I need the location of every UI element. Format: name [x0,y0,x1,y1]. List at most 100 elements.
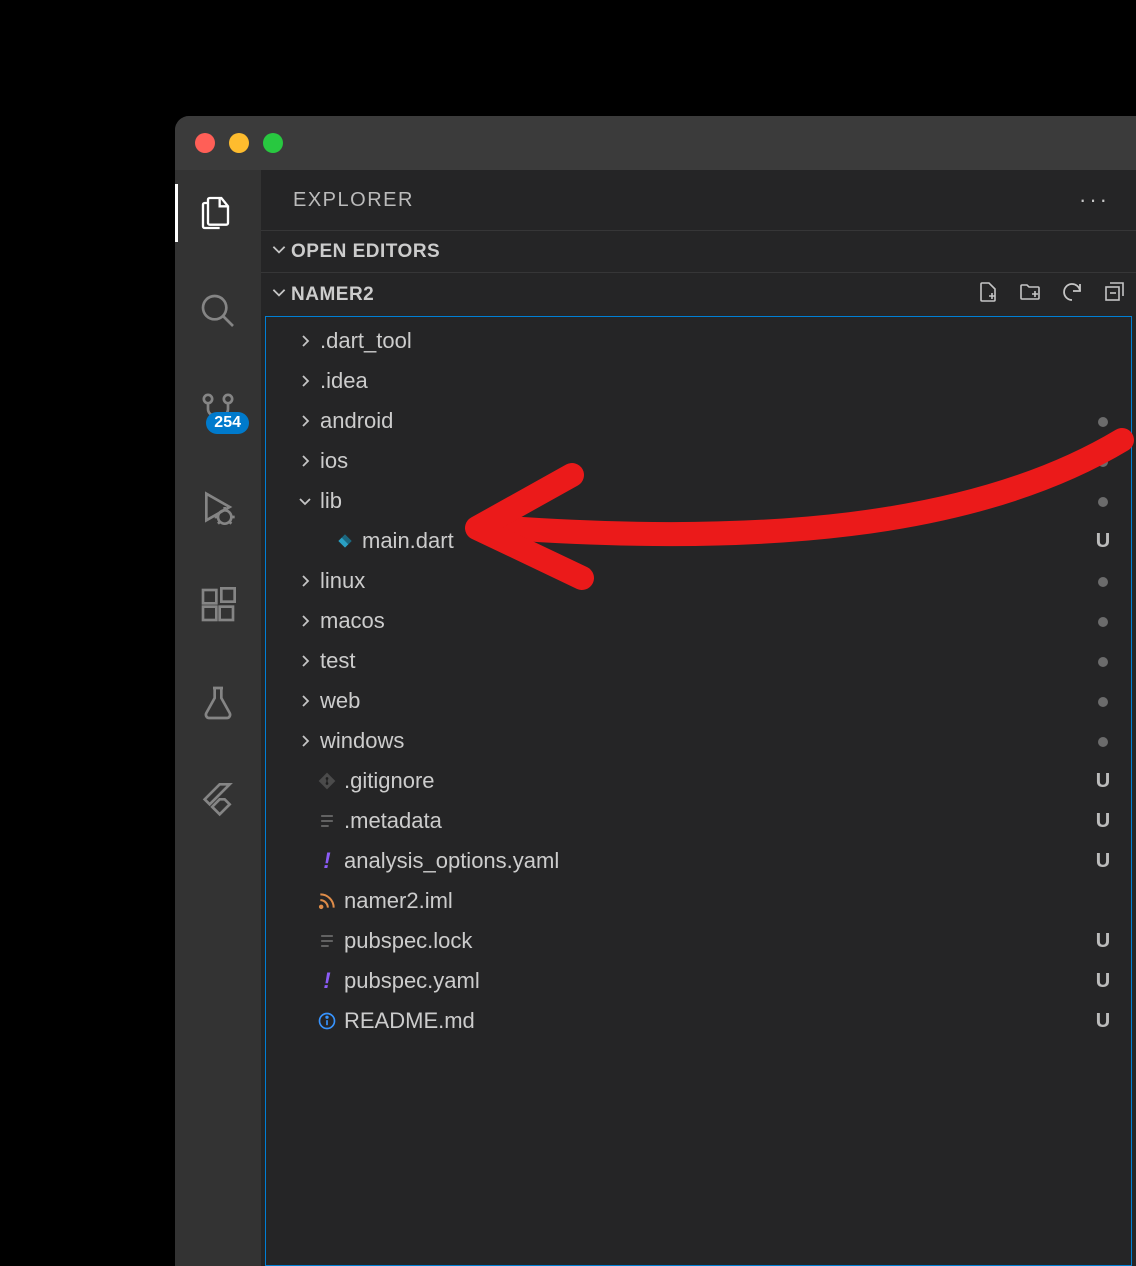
chevron-down-icon [267,283,291,306]
git-status-untracked: U [1093,810,1113,833]
file-namer2-iml[interactable]: namer2.iml [266,881,1131,921]
git-status-dot [1093,450,1113,473]
folder-macos[interactable]: macos [266,601,1131,641]
folder-test[interactable]: test [266,641,1131,681]
chevron-right-icon [294,333,316,349]
folder-label: test [316,648,1093,674]
chevron-right-icon [294,653,316,669]
git-status-untracked: U [1093,970,1113,993]
open-editors-section[interactable]: OPEN EDITORS [261,230,1136,272]
excl-icon: ! [314,848,340,874]
git-status-untracked: U [1093,850,1113,873]
file-main-dart[interactable]: main.dart U [266,521,1131,561]
file-label: namer2.iml [340,888,1093,914]
file-label: main.dart [358,528,1093,554]
folder-lib[interactable]: lib [266,481,1131,521]
titlebar[interactable] [175,116,1136,170]
chevron-down-icon [267,240,291,263]
explorer-more-icon[interactable]: ··· [1079,187,1110,213]
open-editors-label: OPEN EDITORS [291,241,440,263]
lines-icon [314,811,340,831]
rss-icon [314,891,340,911]
chevron-right-icon [294,613,316,629]
folder--idea[interactable]: .idea [266,361,1131,401]
chevron-right-icon [294,453,316,469]
file-pubspec-lock[interactable]: pubspec.lock U [266,921,1131,961]
minimize-window-button[interactable] [229,133,249,153]
debug-icon [198,487,238,527]
folder-label: .idea [316,368,1093,394]
file--gitignore[interactable]: .gitignore U [266,761,1131,801]
file-label: pubspec.yaml [340,968,1093,994]
vscode-window: 254 [175,116,1136,1266]
git-status-dot [1093,490,1113,513]
workspace-label: NAMER2 [291,284,976,306]
git-status-dot [1093,610,1113,633]
folder-linux[interactable]: linux [266,561,1131,601]
git-status-dot [1093,690,1113,713]
activity-extensions[interactable] [175,576,261,634]
activity-flutter[interactable] [175,772,261,830]
file-label: README.md [340,1008,1093,1034]
folder-label: web [316,688,1093,714]
explorer-header: EXPLORER ··· [261,170,1136,230]
activity-search[interactable] [175,282,261,340]
git-status-dot [1093,410,1113,433]
folder-label: linux [316,568,1093,594]
workspace-section[interactable]: NAMER2 [261,272,1136,316]
file-label: .gitignore [340,768,1093,794]
extensions-icon [198,585,238,625]
explorer-sidebar: EXPLORER ··· OPEN EDITORS NAMER2 [261,170,1136,1266]
close-window-button[interactable] [195,133,215,153]
activity-bar: 254 [175,170,261,1266]
activity-explorer[interactable] [175,184,261,242]
folder-windows[interactable]: windows [266,721,1131,761]
file-pubspec-yaml[interactable]: ! pubspec.yaml U [266,961,1131,1001]
lines-icon [314,931,340,951]
folder-label: windows [316,728,1093,754]
folder-ios[interactable]: ios [266,441,1131,481]
file-tree: .dart_tool .idea android ios lib main.da… [265,316,1132,1266]
refresh-icon[interactable] [1060,280,1084,309]
file-label: analysis_options.yaml [340,848,1093,874]
chevron-right-icon [294,733,316,749]
git-status-untracked: U [1093,530,1113,553]
new-folder-icon[interactable] [1018,280,1042,309]
folder-web[interactable]: web [266,681,1131,721]
activity-testing[interactable] [175,674,261,732]
git-status-untracked: U [1093,770,1113,793]
folder--dart-tool[interactable]: .dart_tool [266,321,1131,361]
git-status-untracked: U [1093,930,1113,953]
file-README-md[interactable]: README.md U [266,1001,1131,1041]
git-status-dot [1093,570,1113,593]
folder-android[interactable]: android [266,401,1131,441]
folder-label: android [316,408,1093,434]
activity-run-debug[interactable] [175,478,261,536]
scm-badge: 254 [206,412,249,434]
folder-label: lib [316,488,1093,514]
git-status-dot [1093,650,1113,673]
flutter-icon [198,781,238,821]
file-analysis-options-yaml[interactable]: ! analysis_options.yaml U [266,841,1131,881]
files-icon [198,193,238,233]
chevron-right-icon [294,413,316,429]
excl-icon: ! [314,968,340,994]
file-label: .metadata [340,808,1093,834]
activity-source-control[interactable]: 254 [175,380,261,438]
collapse-all-icon[interactable] [1102,280,1126,309]
info-icon [314,1011,340,1031]
folder-label: .dart_tool [316,328,1093,354]
git-icon [314,771,340,791]
folder-label: ios [316,448,1093,474]
maximize-window-button[interactable] [263,133,283,153]
file--metadata[interactable]: .metadata U [266,801,1131,841]
new-file-icon[interactable] [976,280,1000,309]
flask-icon [198,683,238,723]
git-status-dot [1093,730,1113,753]
chevron-right-icon [294,573,316,589]
file-label: pubspec.lock [340,928,1093,954]
explorer-title: EXPLORER [293,189,414,212]
chevron-right-icon [294,693,316,709]
git-status-untracked: U [1093,1010,1113,1033]
folder-label: macos [316,608,1093,634]
